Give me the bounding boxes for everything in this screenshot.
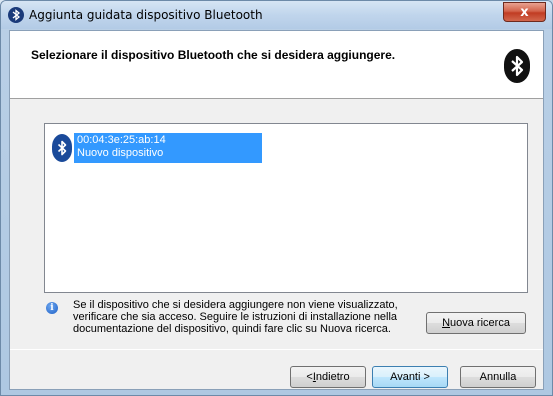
title-bar[interactable]: Aggiunta guidata dispositivo Bluetooth x [1,1,552,29]
cancel-button[interactable]: Annulla [460,366,536,388]
bluetooth-icon [52,134,72,162]
info-message: Se il dispositivo che si desidera aggiun… [73,299,398,335]
close-icon: x [520,4,529,20]
wizard-window: Aggiunta guidata dispositivo Bluetooth x… [0,0,553,396]
button-label: ndietro [315,371,350,383]
next-button[interactable]: Avanti > [372,366,448,388]
accelerator-key: N [442,317,451,329]
new-search-button[interactable]: Nuova ricerca [426,312,526,334]
window-title: Aggiunta guidata dispositivo Bluetooth [29,8,263,22]
bluetooth-icon [8,7,24,23]
wizard-client-area: Selezionare il dispositivo Bluetooth che… [9,30,544,390]
device-name: Nuovo dispositivo [77,147,164,159]
device-label: 00:04:3e:25:ab:14 Nuovo dispositivo [74,133,262,163]
info-icon: i [46,302,58,314]
button-label: uova ricerca [450,317,510,329]
close-button[interactable]: x [503,2,546,22]
device-list-item[interactable]: 00:04:3e:25:ab:14 Nuovo dispositivo [52,133,262,163]
device-address: 00:04:3e:25:ab:14 [77,134,166,146]
page-title: Selezionare il dispositivo Bluetooth che… [31,48,396,62]
device-list[interactable]: 00:04:3e:25:ab:14 Nuovo dispositivo [44,123,528,293]
footer-divider [10,349,543,350]
back-button[interactable]: < Indietro [290,366,366,388]
bluetooth-icon [504,49,530,83]
wizard-header: Selezionare il dispositivo Bluetooth che… [10,31,543,99]
